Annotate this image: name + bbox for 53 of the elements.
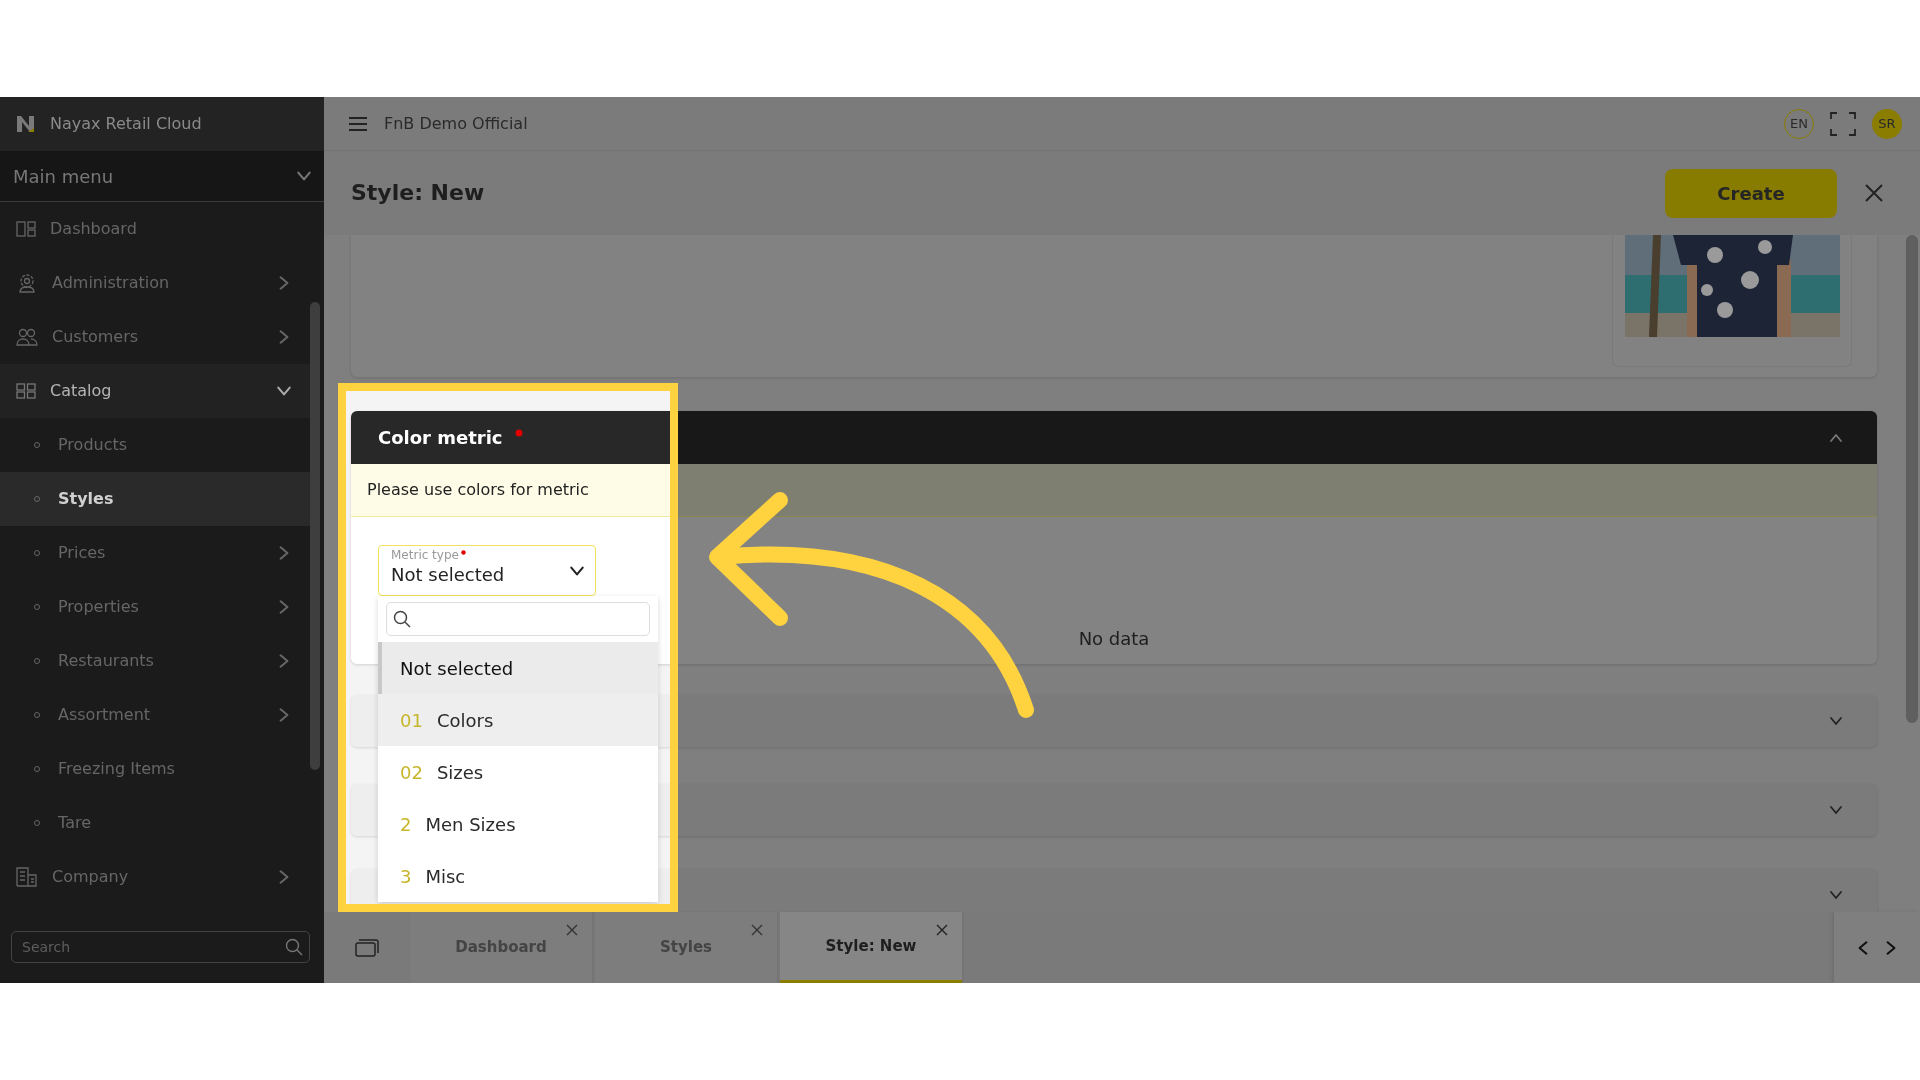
menu-item[interactable]: Administration (0, 256, 310, 310)
dashboard-icon (16, 221, 36, 237)
dropdown-option[interactable]: 02 Sizes (378, 746, 658, 798)
company-name: FnB Demo Official (384, 112, 529, 135)
menu-item[interactable]: Assortment (0, 688, 310, 742)
hint-text: Please use colors for metric (367, 479, 589, 501)
grid-icon (16, 383, 36, 399)
menu-item[interactable]: Tare (0, 796, 310, 850)
page-title: Style: New (351, 179, 486, 207)
menu-item[interactable]: Dashboard (0, 202, 310, 256)
dropdown-option[interactable]: 01 Colors (378, 694, 658, 746)
expand-icon[interactable] (1829, 803, 1843, 817)
building-icon (16, 867, 38, 887)
menu-item[interactable]: Styles (0, 472, 310, 526)
search-icon (285, 938, 303, 956)
search-box[interactable]: Search (11, 931, 310, 963)
section-title: Color metric (378, 426, 503, 450)
gear-person-icon (16, 273, 38, 293)
create-button[interactable]: Create (1665, 168, 1837, 218)
tab[interactable]: Style: New (780, 912, 962, 983)
menu-item[interactable]: Catalog (0, 364, 310, 418)
scrollbar[interactable] (310, 302, 320, 770)
menu-icon[interactable] (348, 115, 368, 132)
menu-item[interactable]: Freezing Items (0, 742, 310, 796)
search-icon (393, 610, 411, 628)
logo-icon (16, 115, 36, 133)
expand-icon[interactable] (1829, 714, 1843, 728)
close-icon[interactable] (751, 924, 763, 936)
close-icon[interactable] (566, 924, 578, 936)
search-field[interactable]: Search (20, 935, 285, 959)
menu-item[interactable]: Prices (0, 526, 310, 580)
tab[interactable]: Dashboard (410, 912, 592, 983)
menu-title: Main menu (13, 164, 114, 189)
empty-message: No data (1078, 627, 1150, 651)
menu-item[interactable]: Restaurants (0, 634, 310, 688)
tab[interactable]: Styles (595, 912, 777, 983)
user-avatar[interactable]: SR (1872, 108, 1902, 139)
windows-icon[interactable] (355, 938, 379, 957)
close-icon[interactable] (936, 924, 948, 936)
dropdown-option[interactable]: 3 Misc (378, 850, 658, 902)
dropdown-option[interactable]: 2 Men Sizes (378, 798, 658, 850)
menu-item[interactable]: Products (0, 418, 310, 472)
close-icon[interactable] (1865, 184, 1883, 202)
menu-item[interactable]: Properties (0, 580, 310, 634)
menu-item[interactable]: Customers (0, 310, 310, 364)
expand-icon[interactable] (1829, 888, 1843, 902)
people-icon (16, 328, 38, 346)
fullscreen-icon[interactable] (1830, 111, 1856, 136)
brand-name: Nayax Retail Cloud (50, 113, 202, 135)
scrollbar[interactable] (1906, 235, 1918, 723)
menu-item[interactable]: Company (0, 850, 310, 904)
dropdown-option[interactable]: Not selected (378, 642, 658, 694)
metric-type-select[interactable]: Metric type Not selected (378, 545, 596, 596)
